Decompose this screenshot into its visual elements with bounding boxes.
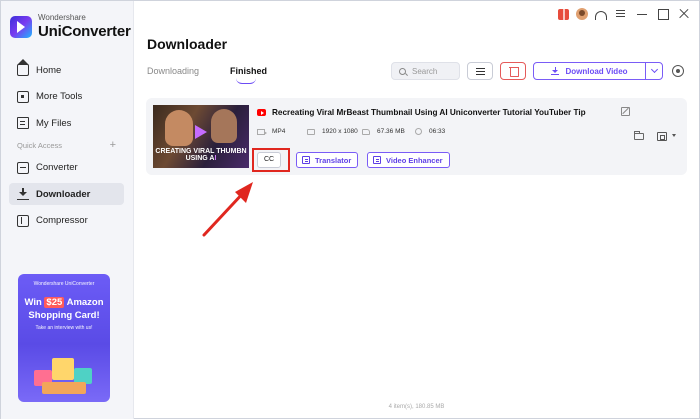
resolution-icon <box>307 128 315 135</box>
file-size-icon <box>362 128 370 135</box>
sidebar-item-label: Home <box>36 64 62 76</box>
video-size: 67.36 MB <box>362 128 405 135</box>
video-duration: 06:33 <box>415 128 445 135</box>
thumbnail-caption-part-b: I <box>214 155 217 163</box>
files-icon <box>17 117 29 129</box>
promo-win: Win <box>24 297 42 308</box>
app-window: Wondershare UniConverter Home More Tools… <box>0 0 700 419</box>
video-enhancer-button[interactable]: Video Enhancer <box>367 152 450 168</box>
page-title: Downloader <box>147 36 228 52</box>
video-resolution: 1920 x 1080 <box>307 128 358 135</box>
promo-banner[interactable]: Wondershare UniConverter Win $25 Amazon … <box>18 274 110 402</box>
edit-icon[interactable] <box>621 107 630 116</box>
video-format-value: MP4 <box>272 128 286 135</box>
sidebar-item-label: My Files <box>36 117 72 129</box>
converter-icon <box>17 161 29 174</box>
quick-access-header: Quick Access + <box>9 139 124 153</box>
download-video-button-group: Download Video <box>533 62 663 80</box>
annotation-highlight-box <box>252 148 290 172</box>
video-title: Recreating Viral MrBeast Thumbnail Using… <box>272 108 586 117</box>
close-button[interactable] <box>677 7 691 21</box>
download-icon <box>551 67 560 75</box>
convert-icon[interactable] <box>657 132 667 141</box>
delete-button[interactable] <box>500 62 526 80</box>
maximize-button[interactable] <box>656 7 670 21</box>
sidebar-nav: Home More Tools My Files Quick Access + … <box>9 59 124 236</box>
thumbnail-person-left <box>165 110 193 146</box>
promo-headline: Win $25 Amazon <box>18 297 110 308</box>
brand-product: UniConverter <box>38 23 131 40</box>
chevron-down-icon <box>650 65 658 74</box>
open-folder-icon[interactable] <box>633 131 644 140</box>
thumbnail-caption: CREATING VIRAL THUMBN USING AI <box>153 148 249 163</box>
thumbnail-person-right <box>211 109 237 143</box>
sidebar-item-converter[interactable]: Converter <box>9 157 124 179</box>
thumbnail-caption-part-a: USING A <box>185 155 215 163</box>
video-format: MP4 <box>257 128 285 135</box>
menu-icon[interactable] <box>614 7 628 21</box>
video-enhancer-icon <box>373 156 381 164</box>
sidebar-item-label: More Tools <box>36 91 83 102</box>
sidebar-item-label: Downloader <box>36 188 91 200</box>
minimize-button[interactable] <box>635 7 649 21</box>
sidebar-item-more-tools[interactable]: More Tools <box>9 86 124 108</box>
promo-brand: Wondershare UniConverter <box>33 281 95 287</box>
download-video-label: Download Video <box>565 66 628 76</box>
thumbnail-caption-line1: CREATING VIRAL THUMBN <box>155 147 247 155</box>
tab-finished[interactable]: Finished <box>230 66 267 84</box>
downloader-icon <box>17 188 29 200</box>
promo-amazon: Amazon <box>66 297 104 308</box>
add-quick-access-icon[interactable]: + <box>110 140 116 151</box>
settings-gear-icon[interactable] <box>672 65 684 77</box>
sidebar-item-my-files[interactable]: My Files <box>9 112 124 134</box>
search-input[interactable] <box>412 66 456 76</box>
avatar[interactable] <box>576 8 588 20</box>
tools-icon <box>17 90 29 103</box>
video-resolution-value: 1920 x 1080 <box>322 128 358 135</box>
home-icon <box>17 59 29 76</box>
download-options-dropdown[interactable] <box>646 63 662 79</box>
search-box[interactable] <box>391 62 460 80</box>
quick-access-label: Quick Access <box>17 141 63 150</box>
video-thumbnail[interactable]: CREATING VIRAL THUMBN USING AI <box>153 105 249 168</box>
annotation-arrow <box>202 182 253 237</box>
video-enhancer-label: Video Enhancer <box>386 155 443 165</box>
video-duration-value: 06:33 <box>429 128 446 135</box>
gift-boxes-illustration <box>28 348 100 396</box>
promo-subtext: Take an interview with us! <box>35 325 93 331</box>
translator-icon <box>302 156 310 164</box>
footer-summary: 4 item(s), 180.85 MB <box>388 404 445 410</box>
compressor-icon <box>17 214 29 227</box>
title-bar <box>551 7 691 21</box>
tab-downloading[interactable]: Downloading <box>147 66 199 76</box>
sidebar-item-label: Converter <box>36 162 78 173</box>
uniconverter-logo-icon <box>10 15 32 38</box>
sidebar-item-compressor[interactable]: Compressor <box>9 210 124 232</box>
sidebar: Wondershare UniConverter Home More Tools… <box>1 1 134 419</box>
promo-amount: $25 <box>44 297 65 308</box>
promo-headline-2: Shopping Card! <box>28 310 100 321</box>
brand: Wondershare UniConverter <box>10 14 131 39</box>
downloader-tabs: Downloading Finished <box>147 66 298 84</box>
translator-button[interactable]: Translator <box>296 152 359 168</box>
headset-icon[interactable] <box>595 11 607 20</box>
video-format-icon <box>257 128 267 135</box>
translator-label: Translator <box>315 155 352 165</box>
clock-icon <box>415 128 422 135</box>
download-video-button[interactable]: Download Video <box>534 63 646 79</box>
convert-options-caret-icon[interactable] <box>672 134 676 137</box>
sidebar-item-label: Compressor <box>36 215 88 226</box>
youtube-icon <box>257 109 266 116</box>
video-item-card: CREATING VIRAL THUMBN USING AI Recreatin… <box>146 98 687 175</box>
search-icon <box>399 67 406 75</box>
video-size-value: 67.36 MB <box>377 128 405 135</box>
sidebar-item-downloader[interactable]: Downloader <box>9 183 124 205</box>
thumbnail-arrow-icon <box>195 125 207 139</box>
sidebar-item-home[interactable]: Home <box>9 59 124 81</box>
list-view-button[interactable] <box>467 62 493 80</box>
gift-icon[interactable] <box>558 9 569 20</box>
thumbnail-caption-line2: USING AI <box>153 155 249 163</box>
brand-company: Wondershare <box>38 13 86 22</box>
